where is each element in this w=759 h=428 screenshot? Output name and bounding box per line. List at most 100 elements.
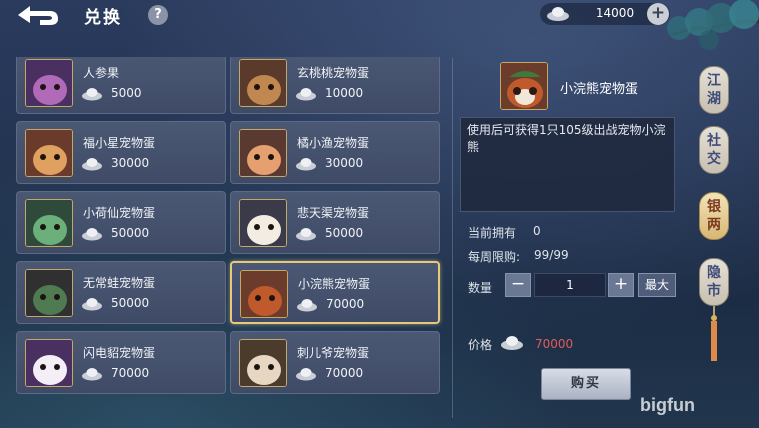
tab-jianghu[interactable]: 江 湖 xyxy=(699,66,729,114)
item-name: 人参果 xyxy=(83,66,120,80)
item-image xyxy=(25,129,73,177)
tassel-decoration xyxy=(711,306,717,361)
page-title: 兑换 xyxy=(84,8,122,28)
item-price: 5000 xyxy=(111,86,142,100)
quantity-input[interactable]: 1 xyxy=(534,273,606,297)
item-name: 小荷仙宠物蛋 xyxy=(83,206,156,220)
tab-label-line: 湖 xyxy=(707,91,721,107)
toad-pet-icon xyxy=(26,270,72,316)
divider xyxy=(452,58,453,418)
weekly-limit-label: 每周限购: xyxy=(468,250,521,264)
detail-item-image xyxy=(500,62,548,110)
silver-ingot-icon xyxy=(547,7,569,21)
item-image xyxy=(239,59,287,107)
item-card[interactable]: 刺儿爷宠物蛋 70000 xyxy=(230,331,440,394)
weekly-limit-value: 99/99 xyxy=(534,248,569,262)
tab-social[interactable]: 社 交 xyxy=(699,126,729,174)
total-price: 70000 xyxy=(535,337,574,351)
item-image xyxy=(25,199,73,247)
buy-button[interactable]: 购买 xyxy=(541,368,631,400)
quantity-label: 数量 xyxy=(468,281,493,295)
description-text: 使用后可获得1只105级出战宠物小浣熊 xyxy=(467,123,666,154)
item-name: 橘小渔宠物蛋 xyxy=(297,136,370,150)
tab-label-line: 银 xyxy=(707,199,721,215)
tab-silver[interactable]: 银 两 xyxy=(699,192,729,240)
silver-ingot-icon xyxy=(501,336,523,350)
item-image xyxy=(25,339,73,387)
quantity-decrease-button[interactable]: − xyxy=(505,273,531,297)
ginseng-fruit-icon xyxy=(26,60,72,106)
detail-item-name: 小浣熊宠物蛋 xyxy=(560,82,639,97)
item-card[interactable]: 福小星宠物蛋 30000 xyxy=(16,121,226,184)
item-price: 70000 xyxy=(325,366,364,380)
item-price: 10000 xyxy=(325,86,364,100)
item-price: 70000 xyxy=(326,297,365,311)
add-currency-button[interactable]: + xyxy=(647,3,669,25)
item-name: 福小星宠物蛋 xyxy=(83,136,156,150)
quantity-increase-button[interactable]: + xyxy=(608,273,634,297)
tab-label-line: 两 xyxy=(707,217,721,233)
monkey-pet-icon xyxy=(240,60,286,106)
item-price: 50000 xyxy=(111,226,150,240)
tab-label-line: 交 xyxy=(707,151,721,167)
item-name: 玄桃桃宠物蛋 xyxy=(297,66,370,80)
item-grid: 人参果 5000 玄桃桃宠物蛋 10000 福小星宠物蛋 30000 橘小渔宠物蛋 30000… xyxy=(10,57,450,428)
item-card[interactable]: 无常蛙宠物蛋 50000 xyxy=(16,261,226,324)
item-card[interactable]: 橘小渔宠物蛋 30000 xyxy=(230,121,440,184)
item-price: 50000 xyxy=(325,226,364,240)
item-image xyxy=(239,129,287,177)
item-name: 刺儿爷宠物蛋 xyxy=(297,346,370,360)
currency-amount: 14000 xyxy=(595,6,635,20)
max-quantity-button[interactable]: 最大 xyxy=(638,273,676,297)
silver-ingot-icon xyxy=(297,299,317,312)
item-image xyxy=(239,199,287,247)
item-card[interactable]: 玄桃桃宠物蛋 10000 xyxy=(230,57,440,114)
ferret-pet-icon xyxy=(26,340,72,386)
item-image xyxy=(25,269,73,317)
item-image xyxy=(25,59,73,107)
red-panda-pet-icon xyxy=(501,63,547,109)
silver-ingot-icon xyxy=(82,368,102,381)
item-image xyxy=(240,270,288,318)
owned-label: 当前拥有 xyxy=(468,226,517,240)
fox-pet-icon xyxy=(26,130,72,176)
silver-ingot-icon xyxy=(82,158,102,171)
hedgehog-pet-icon xyxy=(240,340,286,386)
owned-value: 0 xyxy=(533,224,541,238)
back-button[interactable] xyxy=(12,2,62,28)
silver-ingot-icon xyxy=(296,88,316,101)
item-card[interactable]: 小荷仙宠物蛋 50000 xyxy=(16,191,226,254)
tab-label-line: 江 xyxy=(707,73,721,89)
silver-ingot-icon xyxy=(82,298,102,311)
tab-hidden-market[interactable]: 隐 市 xyxy=(699,258,729,306)
tab-label-line: 隐 xyxy=(707,265,721,281)
item-card[interactable]: 人参果 5000 xyxy=(16,57,226,114)
item-price: 50000 xyxy=(111,296,150,310)
silver-ingot-icon xyxy=(82,228,102,241)
item-name: 小浣熊宠物蛋 xyxy=(298,277,371,291)
watermark-logo: bigfun xyxy=(640,395,695,415)
item-price: 30000 xyxy=(325,156,364,170)
item-name: 闪电貂宠物蛋 xyxy=(83,346,156,360)
cat-pet-icon xyxy=(240,130,286,176)
silver-ingot-icon xyxy=(296,368,316,381)
silver-ingot-icon xyxy=(296,228,316,241)
item-card[interactable]: 闪电貂宠物蛋 70000 xyxy=(16,331,226,394)
tab-label-line: 市 xyxy=(707,283,721,299)
item-card[interactable]: 小浣熊宠物蛋 70000 xyxy=(230,261,440,324)
owl-pet-icon xyxy=(240,200,286,246)
red-panda-pet-icon xyxy=(241,271,287,317)
item-price: 70000 xyxy=(111,366,150,380)
item-card[interactable]: 悲天渠宠物蛋 50000 xyxy=(230,191,440,254)
silver-ingot-icon xyxy=(296,158,316,171)
help-button[interactable]: ? xyxy=(148,5,168,25)
tab-label-line: 社 xyxy=(707,133,721,149)
silver-ingot-icon xyxy=(82,88,102,101)
item-name: 无常蛙宠物蛋 xyxy=(83,276,156,290)
item-price: 30000 xyxy=(111,156,150,170)
frog-pet-icon xyxy=(26,200,72,246)
item-image xyxy=(239,339,287,387)
price-label: 价格 xyxy=(468,338,493,352)
description-box: 使用后可获得1只105级出战宠物小浣熊 xyxy=(460,117,675,212)
back-arrow-icon xyxy=(18,6,58,25)
